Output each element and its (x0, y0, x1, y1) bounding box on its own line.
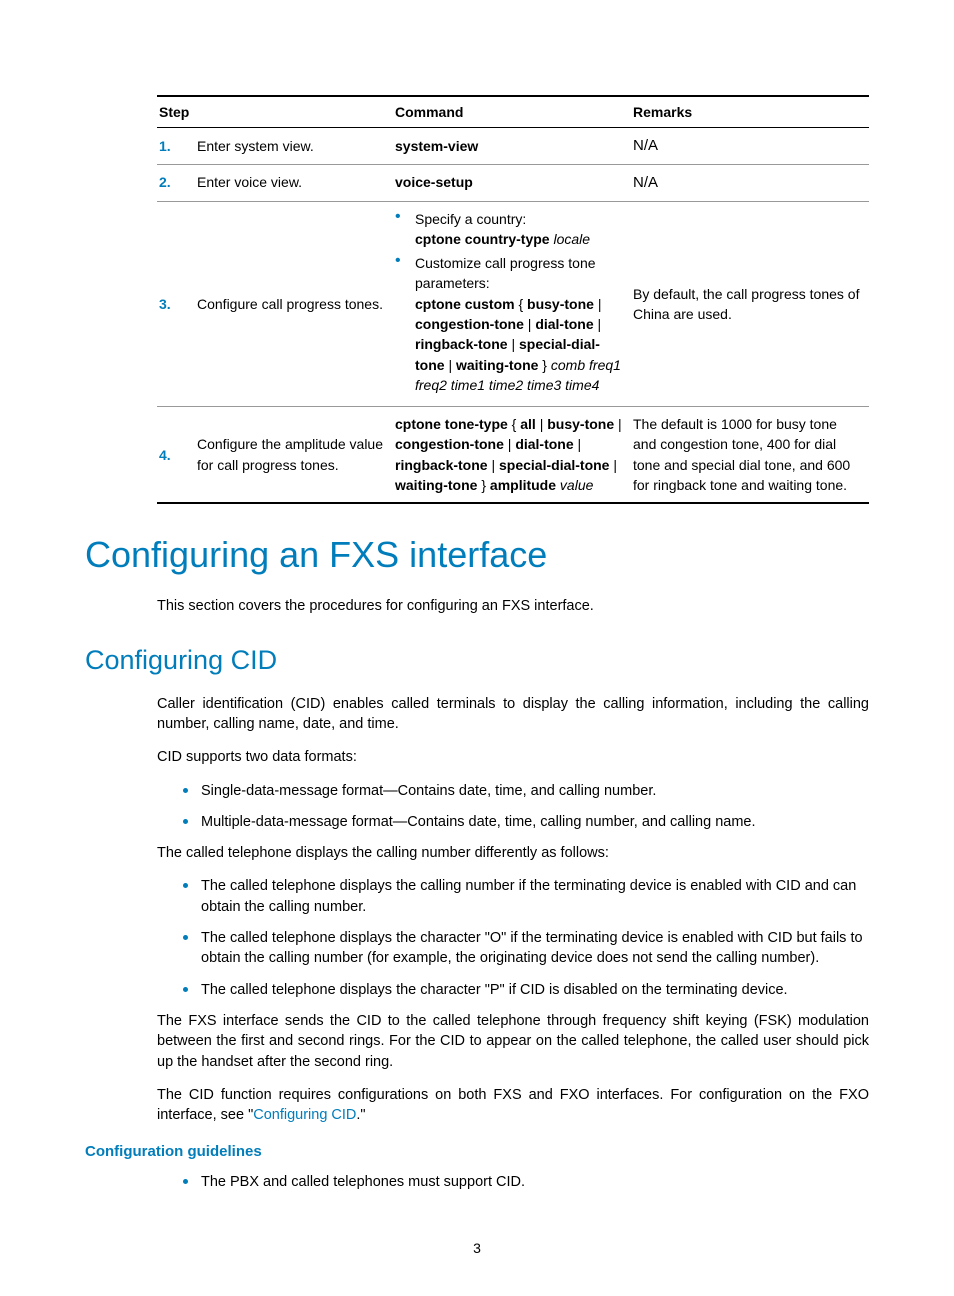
list-item: The PBX and called telephones must suppo… (183, 1172, 869, 1192)
paragraph: The CID function requires configurations… (157, 1085, 869, 1126)
table-row: 1. Enter system view. system-view N/A (157, 128, 869, 165)
step-number: 3. (157, 201, 195, 407)
paragraph: CID supports two data formats: (157, 747, 869, 767)
table-row: 2. Enter voice view. voice-setup N/A (157, 164, 869, 201)
step-number: 2. (157, 164, 195, 201)
step-command: • Specify a country: cptone country-type… (393, 201, 631, 407)
bullet-icon: • (395, 253, 415, 395)
heading-2: Configuring CID (85, 645, 869, 676)
paragraph: Caller identification (CID) enables call… (157, 694, 869, 735)
step-remarks: N/A (631, 164, 869, 201)
heading-3: Configuration guidelines (85, 1143, 869, 1160)
step-command: cptone tone-type { all | busy-tone | con… (393, 407, 631, 504)
step-number: 4. (157, 407, 195, 504)
list-item: Multiple-data-message format—Contains da… (183, 812, 869, 832)
th-step: Step (157, 96, 393, 128)
step-desc: Configure the amplitude value for call p… (195, 407, 393, 504)
bullet-list: The PBX and called telephones must suppo… (183, 1172, 869, 1192)
list-item: The called telephone displays the charac… (183, 980, 869, 1000)
step-remarks: By default, the call progress tones of C… (631, 201, 869, 407)
paragraph: The called telephone displays the callin… (157, 843, 869, 863)
page: Step Command Remarks 1. Enter system vie… (0, 0, 954, 1296)
cmd-bullet-text: Customize call progress tone parameters:… (415, 253, 625, 395)
list-item: The called telephone displays the charac… (183, 928, 869, 969)
list-item: The called telephone displays the callin… (183, 876, 869, 917)
cmd-bullet-text: Specify a country: cptone country-type l… (415, 209, 590, 250)
table-row: 4. Configure the amplitude value for cal… (157, 407, 869, 504)
th-remarks: Remarks (631, 96, 869, 128)
heading-1: Configuring an FXS interface (85, 534, 869, 576)
link-configuring-cid[interactable]: Configuring CID (253, 1107, 356, 1123)
step-number: 1. (157, 128, 195, 165)
step-command: voice-setup (393, 164, 631, 201)
page-number: 3 (0, 1240, 954, 1256)
bullet-list: The called telephone displays the callin… (183, 876, 869, 999)
table-header-row: Step Command Remarks (157, 96, 869, 128)
step-remarks: N/A (631, 128, 869, 165)
table-row: 3. Configure call progress tones. • Spec… (157, 201, 869, 407)
step-desc: Enter system view. (195, 128, 393, 165)
steps-table: Step Command Remarks 1. Enter system vie… (157, 95, 869, 504)
step-desc: Enter voice view. (195, 164, 393, 201)
bullet-list: Single-data-message format—Contains date… (183, 781, 869, 833)
step-remarks: The default is 1000 for busy tone and co… (631, 407, 869, 504)
bullet-icon: • (395, 209, 415, 250)
step-desc: Configure call progress tones. (195, 201, 393, 407)
step-command: system-view (393, 128, 631, 165)
list-item: Single-data-message format—Contains date… (183, 781, 869, 801)
th-command: Command (393, 96, 631, 128)
paragraph: This section covers the procedures for c… (157, 596, 869, 616)
paragraph: The FXS interface sends the CID to the c… (157, 1011, 869, 1072)
